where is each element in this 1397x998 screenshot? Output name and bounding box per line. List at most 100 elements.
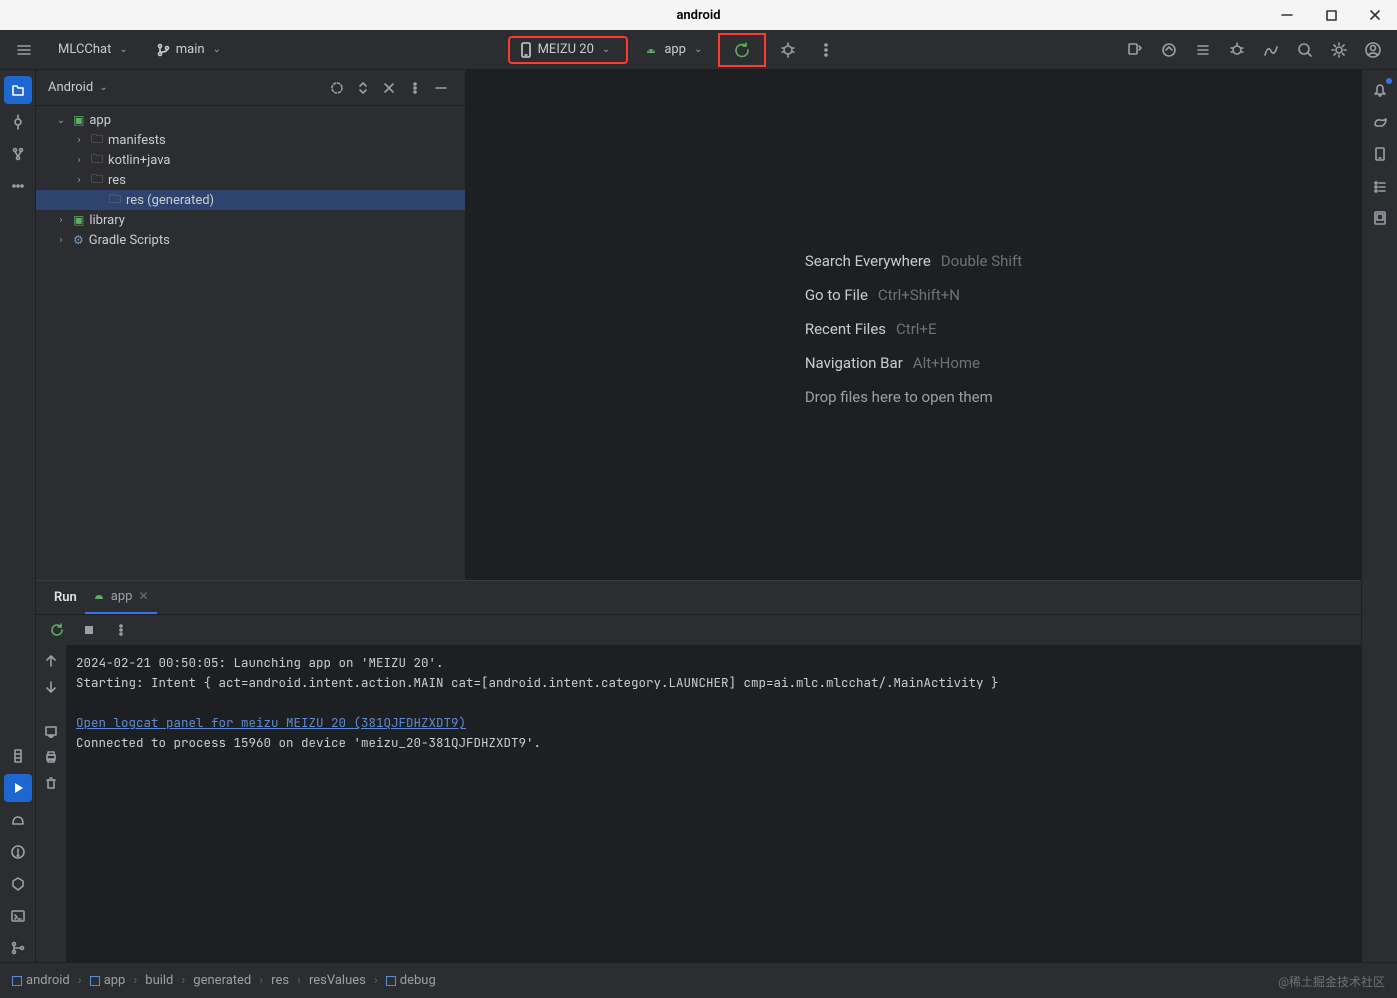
shortcut-label: Alt+Home — [913, 354, 980, 372]
maximize-button[interactable] — [1309, 0, 1353, 30]
main-menu-button[interactable] — [8, 34, 40, 66]
scroll-down-button[interactable] — [39, 675, 63, 699]
inspections-tool-button[interactable] — [4, 806, 32, 834]
close-button[interactable] — [1353, 0, 1397, 30]
rerun-button[interactable] — [46, 619, 68, 641]
tree-node-manifests[interactable]: ›🗀manifests — [36, 130, 465, 150]
todo-button[interactable] — [1366, 172, 1394, 200]
folder-icon: 🗀 — [91, 170, 103, 191]
emulator-button[interactable] — [1366, 204, 1394, 232]
project-panel: Android⌄ ⌄▣app ›🗀manifests ›🗀kotlin+java… — [36, 70, 466, 580]
clear-button[interactable] — [39, 771, 63, 795]
project-tool-button[interactable] — [4, 76, 32, 104]
breadcrumb-item[interactable]: debug — [386, 973, 436, 988]
shortcut-label: Ctrl+Shift+N — [878, 286, 960, 304]
breadcrumb-item[interactable]: res — [271, 973, 289, 988]
console-more-button[interactable] — [110, 619, 132, 641]
run-config-tab[interactable]: app ✕ — [85, 580, 157, 614]
chevron-down-icon: ⌄ — [213, 44, 221, 55]
project-tree[interactable]: ⌄▣app ›🗀manifests ›🗀kotlin+java ›🗀res 🗀r… — [36, 106, 465, 580]
device-selector[interactable]: MEIZU 20 ⌄ — [508, 36, 629, 64]
folder-icon: 🗀 — [91, 130, 103, 151]
settings-button[interactable] — [1323, 34, 1355, 66]
update-button[interactable] — [1153, 34, 1185, 66]
shortcut-label: Double Shift — [941, 252, 1022, 270]
run-panel-tabs: Run app ✕ — [36, 581, 1361, 615]
notification-dot-icon — [1386, 78, 1392, 84]
module-square-icon — [90, 976, 100, 986]
tree-node-res[interactable]: ›🗀res — [36, 170, 465, 190]
problems-tool-button[interactable] — [4, 838, 32, 866]
run-config-name: app — [664, 42, 686, 57]
more-tools-button[interactable] — [4, 172, 32, 200]
tree-node-library[interactable]: ›▣library — [36, 210, 465, 230]
breadcrumb-bar: android› app› build› generated› res› res… — [0, 962, 1397, 998]
folder-icon: 🗀 — [109, 190, 121, 211]
device-name: MEIZU 20 — [538, 42, 594, 57]
notifications-button[interactable] — [1366, 76, 1394, 104]
minimize-button[interactable] — [1265, 0, 1309, 30]
editor-area[interactable]: Search EverywhereDouble Shift Go to File… — [466, 70, 1361, 580]
hide-panel-button[interactable] — [429, 76, 453, 100]
terminal-tool-button[interactable] — [4, 902, 32, 930]
debug-attach-icon[interactable] — [1221, 34, 1253, 66]
tree-node-gradle-scripts[interactable]: ›⚙Gradle Scripts — [36, 230, 465, 250]
profiler-icon[interactable] — [1255, 34, 1287, 66]
stop-button[interactable] — [78, 619, 100, 641]
account-button[interactable] — [1357, 34, 1389, 66]
run-config-selector[interactable]: app⌄ — [634, 36, 712, 64]
code-with-me-icon[interactable] — [1119, 34, 1151, 66]
tree-node-kotlin-java[interactable]: ›🗀kotlin+java — [36, 150, 465, 170]
breadcrumb-item[interactable]: resValues — [309, 973, 366, 988]
close-panel-button[interactable] — [377, 76, 401, 100]
tree-node-res-generated[interactable]: 🗀res (generated) — [36, 190, 465, 210]
search-everywhere-label: Search Everywhere — [805, 252, 931, 270]
project-view-selector[interactable]: Android⌄ — [48, 80, 108, 95]
vcs-tool-button[interactable] — [4, 934, 32, 962]
nav-bar-label: Navigation Bar — [805, 354, 903, 372]
branch-name: main — [176, 42, 205, 57]
select-opened-file-button[interactable] — [325, 76, 349, 100]
structure-tool-button[interactable] — [4, 140, 32, 168]
print-button[interactable] — [39, 745, 63, 769]
recent-files-label: Recent Files — [805, 320, 886, 338]
logcat-link[interactable]: Open logcat panel for meizu MEIZU 20 (38… — [76, 714, 466, 731]
module-selector[interactable]: MLCChat⌄ — [48, 36, 138, 64]
device-manager-button[interactable] — [1366, 140, 1394, 168]
android-icon — [93, 590, 105, 602]
debug-button[interactable] — [772, 34, 804, 66]
panel-options-button[interactable] — [403, 76, 427, 100]
window-title: android — [676, 8, 720, 23]
sync-button[interactable] — [1187, 34, 1219, 66]
run-tool-button[interactable] — [4, 774, 32, 802]
breadcrumb-item[interactable]: build — [145, 973, 173, 988]
right-tool-rail — [1361, 70, 1397, 962]
soft-wrap-button[interactable] — [39, 719, 63, 743]
commit-tool-button[interactable] — [4, 108, 32, 136]
console-output[interactable]: 2024-02-21 00:50:05: Launching app on 'M… — [66, 645, 1361, 962]
project-header: Android⌄ — [36, 70, 465, 106]
run-panel: Run app ✕ — [36, 580, 1361, 962]
tree-node-app[interactable]: ⌄▣app — [36, 110, 465, 130]
module-square-icon — [386, 976, 396, 986]
android-icon — [644, 43, 658, 57]
git-branch-selector[interactable]: main ⌄ — [146, 36, 231, 64]
refresh-run-button[interactable] — [726, 34, 758, 66]
gradle-button[interactable] — [1366, 108, 1394, 136]
app-quality-tool-button[interactable] — [4, 870, 32, 898]
drop-hint: Drop files here to open them — [805, 380, 1022, 406]
breadcrumb-item[interactable]: android — [12, 973, 70, 988]
left-tool-rail — [0, 70, 36, 962]
module-square-icon — [12, 976, 22, 986]
close-tab-button[interactable]: ✕ — [138, 589, 148, 603]
more-actions-button[interactable] — [810, 34, 842, 66]
main-toolbar: MLCChat⌄ main ⌄ MEIZU 20 ⌄ app⌄ — [0, 30, 1397, 70]
expand-collapse-button[interactable] — [351, 76, 375, 100]
search-button[interactable] — [1289, 34, 1321, 66]
build-tool-button[interactable] — [4, 742, 32, 770]
console-gutter — [36, 645, 66, 962]
breadcrumb-item[interactable]: app — [90, 973, 126, 988]
breadcrumb-item[interactable]: generated — [193, 973, 251, 988]
scroll-up-button[interactable] — [39, 649, 63, 673]
chevron-down-icon: ⌄ — [602, 44, 610, 55]
